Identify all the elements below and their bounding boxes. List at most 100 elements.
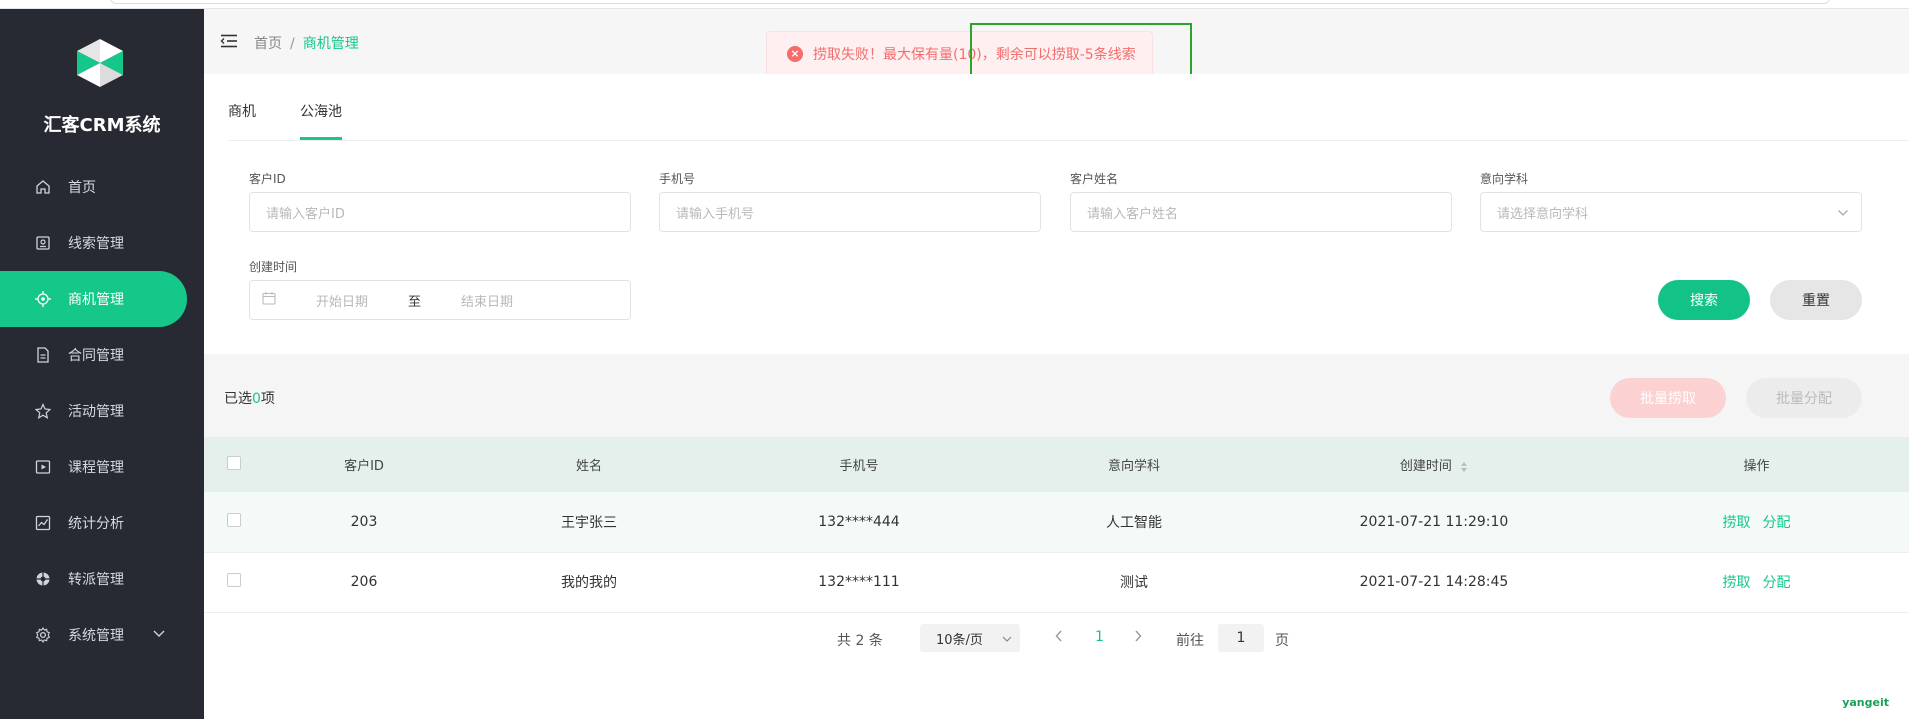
sidebar-item-label: 活动管理: [68, 404, 124, 420]
tab-opportunities[interactable]: 商机: [228, 74, 256, 140]
sidebar-item-label: 统计分析: [68, 516, 124, 532]
cell-phone: 132****111: [714, 552, 1004, 613]
page-unit-label: 页: [1275, 633, 1289, 649]
end-date-input[interactable]: 结束日期: [461, 291, 513, 310]
row-select-cell[interactable]: [204, 552, 264, 613]
cell-created: 2021-07-21 11:29:10: [1264, 492, 1604, 553]
sidebar-item-label: 首页: [68, 180, 96, 196]
reset-button[interactable]: 重置: [1770, 280, 1862, 320]
clue-icon: [34, 234, 52, 252]
opportunity-table: 客户ID 姓名 手机号 意向学科 创建时间 操作 203 王宇张三 132***…: [204, 437, 1909, 613]
column-header: 意向学科: [1004, 437, 1264, 492]
browser-top-strip: [0, 0, 1909, 9]
subject-label: 意向学科: [1480, 172, 1529, 186]
pagination-total: 共 2 条: [837, 633, 883, 649]
sidebar-item-label: 合同管理: [68, 348, 124, 364]
sidebar-item-label: 商机管理: [68, 292, 124, 308]
sidebar-item-opportunities[interactable]: 商机管理: [0, 271, 187, 327]
subject-select[interactable]: 请选择意向学科: [1480, 192, 1862, 232]
column-header-sortable[interactable]: 创建时间: [1264, 437, 1604, 492]
customer-id-input[interactable]: 请输入客户ID: [249, 192, 631, 232]
column-header: 手机号: [714, 437, 1004, 492]
sidebar-item-clues[interactable]: 线索管理: [0, 215, 204, 271]
sidebar-item-activities[interactable]: 活动管理: [0, 383, 204, 439]
search-button[interactable]: 搜索: [1658, 280, 1750, 320]
row-select-cell[interactable]: [204, 492, 264, 553]
sidebar-item-home[interactable]: 首页: [0, 159, 204, 215]
goto-page-input[interactable]: 1: [1218, 624, 1264, 652]
page-size-select[interactable]: 10条/页: [920, 624, 1020, 652]
chevron-down-icon[interactable]: [152, 627, 166, 643]
cell-name: 我的我的: [464, 552, 714, 613]
phone-input[interactable]: 请输入手机号: [659, 192, 1041, 232]
table-header-row: 客户ID 姓名 手机号 意向学科 创建时间 操作: [204, 437, 1909, 492]
home-icon: [34, 178, 52, 196]
menu-fold-icon[interactable]: [220, 34, 238, 52]
breadcrumb: 首页 / 商机管理: [254, 33, 359, 53]
document-icon: [34, 346, 52, 364]
address-bar: [110, 0, 1830, 4]
selected-number: 0: [252, 391, 261, 407]
cell-subject: 人工智能: [1004, 492, 1264, 553]
next-page-icon[interactable]: [1134, 630, 1142, 646]
list-toolbar: 已选0项 批量捞取 批量分配: [204, 356, 1909, 437]
sidebar-item-system[interactable]: 系统管理: [0, 607, 204, 663]
target-icon: [34, 290, 52, 308]
goto-label: 前往: [1176, 633, 1204, 649]
customer-name-label: 客户姓名: [1070, 172, 1119, 186]
column-header: 姓名: [464, 437, 714, 492]
prev-page-icon[interactable]: [1055, 630, 1063, 646]
cell-id: 206: [264, 552, 464, 613]
created-time-label: 创建时间: [249, 260, 298, 274]
breadcrumb-home[interactable]: 首页: [254, 36, 282, 52]
watermark: yangeit: [1842, 696, 1889, 709]
assign-link[interactable]: 分配: [1763, 575, 1791, 591]
sidebar-item-statistics[interactable]: 统计分析: [0, 495, 204, 551]
sidebar: 汇客CRM系统 首页 线索管理 商机管理 合同管理 活动管理 课程管理 统计分析…: [0, 9, 204, 719]
table-row: 203 王宇张三 132****444 人工智能 2021-07-21 11:2…: [204, 492, 1909, 553]
batch-assign-button[interactable]: 批量分配: [1746, 378, 1862, 418]
selected-prefix: 已选: [224, 391, 252, 407]
selected-suffix: 项: [260, 391, 275, 407]
grab-link[interactable]: 捞取: [1723, 575, 1751, 591]
sidebar-item-contracts[interactable]: 合同管理: [0, 327, 204, 383]
brand-title: 汇客CRM系统: [43, 115, 161, 136]
created-date-range[interactable]: 开始日期 至 结束日期: [249, 280, 631, 320]
row-checkbox[interactable]: [227, 573, 241, 587]
selected-count: 已选0项: [224, 388, 275, 408]
sidebar-item-label: 线索管理: [68, 236, 124, 252]
sidebar-item-transfer[interactable]: 转派管理: [0, 551, 204, 607]
batch-grab-button[interactable]: 批量捞取: [1610, 378, 1726, 418]
cell-subject: 测试: [1004, 552, 1264, 613]
cell-id: 203: [264, 492, 464, 553]
sidebar-item-label: 转派管理: [68, 572, 124, 588]
date-range-separator: 至: [408, 294, 422, 310]
pagination: 共 2 条 10条/页 1 前往 1 页: [204, 624, 1909, 654]
grab-link[interactable]: 捞取: [1723, 515, 1751, 531]
column-header: 操作: [1604, 437, 1909, 492]
sort-icon[interactable]: [1456, 459, 1468, 474]
calendar-icon: [262, 291, 276, 309]
column-header: 客户ID: [264, 437, 464, 492]
cell-phone: 132****444: [714, 492, 1004, 553]
tab-public-pool[interactable]: 公海池: [300, 74, 342, 140]
select-all-checkbox[interactable]: [227, 455, 241, 470]
star-icon: [34, 402, 52, 420]
sidebar-item-label: 系统管理: [68, 628, 124, 644]
sidebar-item-label: 课程管理: [68, 460, 124, 476]
start-date-input[interactable]: 开始日期: [316, 291, 368, 310]
breadcrumb-separator: /: [290, 36, 295, 52]
error-icon: ×: [787, 46, 803, 62]
chevron-down-icon: [1002, 632, 1012, 647]
sidebar-item-courses[interactable]: 课程管理: [0, 439, 204, 495]
chevron-down-icon: [1837, 206, 1849, 221]
row-checkbox[interactable]: [227, 512, 241, 527]
header-select-all[interactable]: [204, 437, 264, 492]
customer-name-input[interactable]: 请输入客户姓名: [1070, 192, 1452, 232]
cell-name: 王宇张三: [464, 492, 714, 553]
customer-id-label: 客户ID: [249, 172, 286, 186]
page-size-value: 10条/页: [936, 632, 983, 648]
assign-link[interactable]: 分配: [1763, 515, 1791, 531]
page-number-current[interactable]: 1: [1095, 629, 1104, 645]
filter-panel: 商机 公海池 客户ID 请输入客户ID 手机号 请输入手机号 客户姓名 请输入客…: [204, 74, 1909, 354]
